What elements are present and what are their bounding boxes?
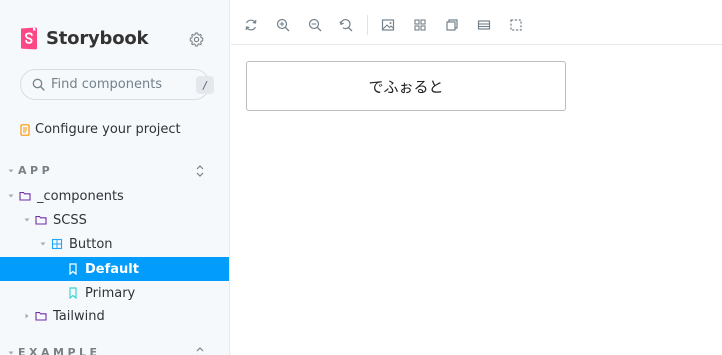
caret-down-icon: [8, 351, 14, 354]
background-button[interactable]: [378, 15, 398, 35]
tree-item-label: Tailwind: [53, 308, 105, 324]
brand-name: Storybook: [46, 28, 149, 49]
configure-project-label: Configure your project: [35, 122, 181, 137]
viewport-button[interactable]: [442, 15, 462, 35]
group-header-app[interactable]: APP: [8, 164, 53, 177]
storybook-logo-icon: [21, 27, 37, 50]
toolbar: [231, 5, 722, 45]
tree-item-label: Default: [85, 261, 139, 277]
tree-item-scss[interactable]: SCSS: [0, 208, 229, 232]
brand[interactable]: Storybook: [20, 27, 149, 50]
expand-collapse-icon[interactable]: [194, 346, 206, 355]
group-label-example: EXAMPLE: [18, 346, 101, 355]
outline-button[interactable]: [506, 15, 526, 35]
group-header-example[interactable]: EXAMPLE: [8, 346, 101, 355]
search-box[interactable]: /: [20, 69, 214, 100]
folder-icon: [19, 191, 31, 201]
caret-down-icon: [40, 242, 46, 246]
preview-button[interactable]: でふぉると: [246, 61, 566, 111]
bookmark-icon: [69, 263, 77, 275]
tree-item-label: _components: [37, 188, 124, 204]
tree-item-tailwind[interactable]: Tailwind: [0, 304, 229, 328]
outline-icon: [510, 19, 522, 31]
zoom-out-icon: [308, 18, 322, 32]
folder-icon: [35, 215, 47, 225]
caret-down-icon: [8, 194, 14, 198]
tree-item-default-story[interactable]: Default: [0, 257, 229, 281]
tree-item-label: Button: [69, 236, 113, 252]
group-label-app: APP: [18, 164, 54, 177]
image-icon: [381, 19, 395, 31]
bookmark-icon: [69, 287, 77, 299]
caret-down-icon: [8, 169, 14, 172]
remount-icon: [245, 19, 257, 31]
expand-collapse-icon[interactable]: [194, 164, 206, 178]
sidebar: Storybook / Configure your project APP: [0, 0, 230, 355]
search-shortcut-key: /: [196, 76, 214, 94]
document-icon: [20, 123, 30, 136]
tree-item-button[interactable]: Button: [0, 232, 229, 256]
tree-item-label: SCSS: [53, 212, 87, 228]
configure-project-link[interactable]: Configure your project: [20, 122, 181, 137]
settings-button[interactable]: [186, 29, 206, 49]
measure-icon: [477, 20, 491, 30]
search-input[interactable]: [51, 70, 191, 99]
grid-icon: [414, 19, 426, 31]
story-canvas: でふぉると: [231, 46, 722, 355]
zoom-in-button[interactable]: [273, 15, 293, 35]
tree-item-components[interactable]: _components: [0, 184, 229, 208]
tree-item-label: Primary: [85, 285, 136, 301]
viewport-icon: [446, 19, 458, 31]
search-icon: [32, 78, 45, 91]
grid-button[interactable]: [410, 15, 430, 35]
measure-button[interactable]: [474, 15, 494, 35]
tree-item-primary-story[interactable]: Primary: [0, 281, 229, 305]
toolbar-divider: [367, 15, 368, 35]
gear-icon: [189, 31, 203, 47]
caret-right-icon: [25, 313, 29, 319]
zoom-out-button[interactable]: [305, 15, 325, 35]
caret-down-icon: [24, 218, 30, 222]
zoom-reset-icon: [339, 18, 353, 32]
folder-icon: [35, 311, 47, 321]
zoom-in-icon: [276, 18, 290, 32]
component-icon: [51, 238, 63, 250]
remount-button[interactable]: [241, 15, 261, 35]
zoom-reset-button[interactable]: [336, 15, 356, 35]
